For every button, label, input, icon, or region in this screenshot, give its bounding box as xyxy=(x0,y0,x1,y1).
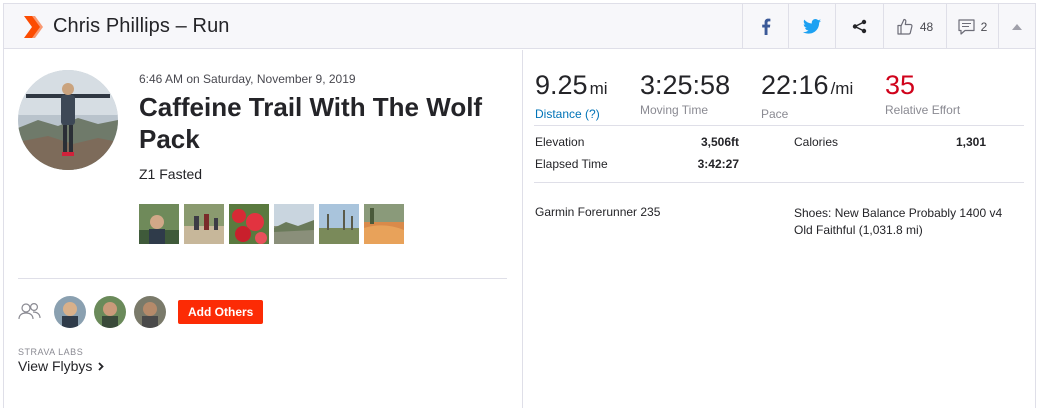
facebook-share-button[interactable] xyxy=(742,4,788,49)
divider xyxy=(534,182,1024,183)
page-title: Chris Phillips – Run xyxy=(53,15,230,37)
caret-up-icon xyxy=(1012,23,1022,30)
kudos-button[interactable]: 48 xyxy=(883,4,946,49)
photo-thumbnail[interactable] xyxy=(274,204,314,244)
stat-moving-time: 3:25:58 Moving Time xyxy=(640,70,730,117)
share-icon xyxy=(852,19,867,34)
shoes-line: Shoes: New Balance Probably 1400 v4 xyxy=(794,206,1003,220)
relative-effort-value: 35 xyxy=(885,70,916,100)
shoes-info: Shoes: New Balance Probably 1400 v4 Old … xyxy=(794,205,1002,239)
activity-name: Caffeine Trail With The Wolf Pack xyxy=(139,92,483,154)
stat-pace: 22:16/mi Pace xyxy=(761,70,853,121)
twitter-icon xyxy=(803,19,821,34)
share-button[interactable] xyxy=(835,4,883,49)
photo-thumbnail[interactable] xyxy=(319,204,359,244)
elevation-value: 3,506ft xyxy=(700,135,739,149)
distance-unit: mi xyxy=(589,79,608,98)
group-athlete-avatar[interactable] xyxy=(134,296,166,328)
twitter-share-button[interactable] xyxy=(788,4,835,49)
panel-divider xyxy=(522,50,523,408)
activity-card: Chris Phillips – Run 48 2 6:46 AM on Sat… xyxy=(3,3,1036,408)
activity-description: Z1 Fasted xyxy=(139,166,203,182)
strava-labs-label: STRAVA LABS xyxy=(18,347,84,357)
distance-value: 9.25 xyxy=(535,70,588,100)
device-name: Garmin Forerunner 235 xyxy=(535,205,661,219)
collapse-button[interactable] xyxy=(998,4,1035,49)
group-icon xyxy=(18,302,41,320)
view-flybys-label: View Flybys xyxy=(18,358,93,374)
group-athlete-avatar[interactable] xyxy=(54,296,86,328)
pace-label: Pace xyxy=(761,107,789,121)
photo-thumbnail[interactable] xyxy=(364,204,404,244)
add-others-button[interactable]: Add Others xyxy=(178,300,264,324)
athlete-avatar[interactable] xyxy=(18,70,118,170)
elevation-label: Elevation xyxy=(535,135,585,149)
facebook-icon xyxy=(761,18,770,35)
divider xyxy=(18,278,507,279)
calories-label: Calories xyxy=(794,135,839,149)
shoes-mileage: Old Faithful (1,031.8 mi) xyxy=(794,223,923,237)
stat-relative-effort[interactable]: 35 Relative Effort xyxy=(885,70,960,117)
comment-icon xyxy=(958,18,975,35)
pace-unit: /mi xyxy=(830,79,854,98)
relative-effort-label: Relative Effort xyxy=(885,103,961,117)
photo-thumbnail[interactable] xyxy=(184,204,224,244)
elapsed-time-value: 3:42:27 xyxy=(697,157,739,171)
activity-datetime: 6:46 AM on Saturday, November 9, 2019 xyxy=(139,72,356,86)
distance-label[interactable]: Distance (?) xyxy=(535,107,608,121)
view-flybys-link[interactable]: View Flybys xyxy=(18,358,105,374)
comments-button[interactable]: 2 xyxy=(946,4,998,49)
thumbs-up-icon xyxy=(897,18,913,35)
strava-chevron-icon xyxy=(24,16,43,38)
chevron-right-icon xyxy=(98,361,105,371)
divider xyxy=(534,125,1024,126)
stat-distance: 9.25 mi Distance (?) xyxy=(535,70,608,121)
photo-thumbnail[interactable] xyxy=(139,204,179,244)
activity-header: Chris Phillips – Run 48 2 xyxy=(4,4,1035,49)
photo-strip xyxy=(139,204,404,244)
pace-value: 22:16 xyxy=(761,70,829,100)
calories-value: 1,301 xyxy=(955,135,986,149)
moving-time-value: 3:25:58 xyxy=(640,70,731,100)
moving-time-label: Moving Time xyxy=(640,103,709,117)
photo-thumbnail[interactable] xyxy=(229,204,269,244)
kudos-count: 48 xyxy=(919,19,934,34)
group-athlete-avatar[interactable] xyxy=(94,296,126,328)
comment-count: 2 xyxy=(980,19,988,34)
elapsed-time-label: Elapsed Time xyxy=(535,157,608,171)
